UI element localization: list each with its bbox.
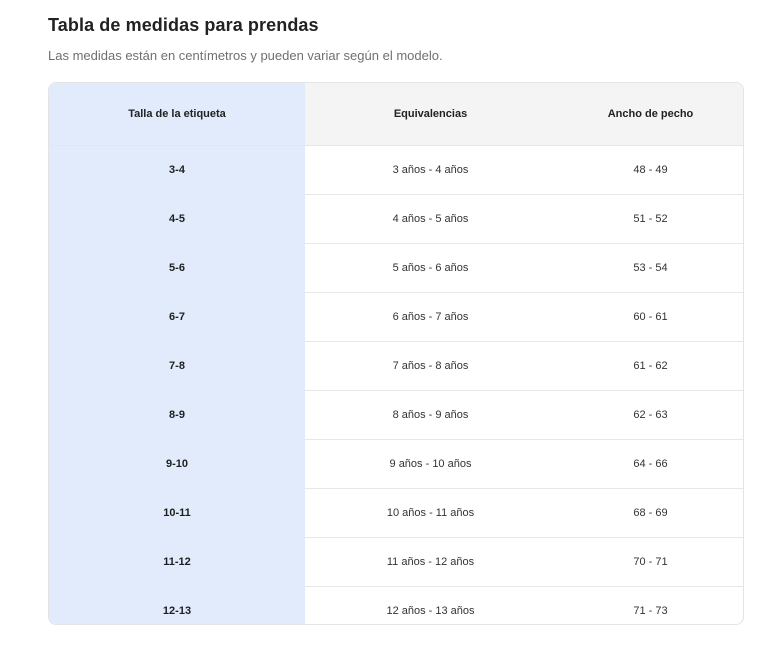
chest-width-cell: 70 - 71	[556, 537, 743, 587]
equivalence-cell: 8 años - 9 años	[305, 390, 556, 440]
chest-width-cell: 53 - 54	[556, 243, 743, 293]
size-table-card: Talla de la etiqueta Equivalencias Ancho…	[48, 82, 744, 625]
equivalence-cell: 4 años - 5 años	[305, 194, 556, 244]
equivalence-cell: 5 años - 6 años	[305, 243, 556, 293]
table-row: 4-5 4 años - 5 años 51 - 52	[49, 194, 743, 244]
size-label-cell: 6-7	[49, 292, 305, 342]
column-header-chest-width: Ancho de pecho	[556, 83, 743, 146]
table-row: 10-11 10 años - 11 años 68 - 69	[49, 488, 743, 538]
equivalence-cell: 6 años - 7 años	[305, 292, 556, 342]
equivalence-cell: 9 años - 10 años	[305, 439, 556, 489]
page-subtitle: Las medidas están en centímetros y puede…	[48, 48, 443, 63]
size-label-cell: 5-6	[49, 243, 305, 293]
chest-width-cell: 64 - 66	[556, 439, 743, 489]
column-header-equivalences: Equivalencias	[305, 83, 556, 146]
size-table: Talla de la etiqueta Equivalencias Ancho…	[49, 83, 743, 624]
table-row: 9-10 9 años - 10 años 64 - 66	[49, 439, 743, 489]
table-row: 3-4 3 años - 4 años 48 - 49	[49, 145, 743, 195]
chest-width-cell: 71 - 73	[633, 605, 668, 617]
size-label-cell: 10-11	[49, 488, 305, 538]
page-title: Tabla de medidas para prendas	[48, 15, 319, 35]
size-label-cell: 9-10	[49, 439, 305, 489]
size-label-cell: 11-12	[49, 537, 305, 587]
chest-width-cell: 60 - 61	[556, 292, 743, 342]
chest-width-cell: 48 - 49	[556, 145, 743, 195]
size-label-cell: 7-8	[49, 341, 305, 391]
equivalence-cell: 3 años - 4 años	[305, 145, 556, 195]
size-label-cell: 12-13	[49, 586, 305, 624]
equivalence-cell: 12 años - 13 años	[386, 605, 475, 617]
table-row: 6-7 6 años - 7 años 60 - 61	[49, 292, 743, 342]
chest-width-cell: 51 - 52	[556, 194, 743, 244]
size-label-cell: 8-9	[49, 390, 305, 440]
size-label-cell: 3-4	[49, 145, 305, 195]
column-header-size-label: Talla de la etiqueta	[49, 83, 305, 146]
table-header-row: Talla de la etiqueta Equivalencias Ancho…	[49, 83, 743, 146]
equivalence-cell: 7 años - 8 años	[305, 341, 556, 391]
table-row: 5-6 5 años - 6 años 53 - 54	[49, 243, 743, 293]
table-row: 7-8 7 años - 8 años 61 - 62	[49, 341, 743, 391]
table-row: 12-13 12 años - 13 años 71 - 73	[49, 586, 743, 624]
chest-width-cell: 62 - 63	[556, 390, 743, 440]
chest-width-cell: 68 - 69	[556, 488, 743, 538]
table-row: 11-12 11 años - 12 años 70 - 71	[49, 537, 743, 587]
equivalence-cell: 10 años - 11 años	[305, 488, 556, 538]
chest-width-cell: 61 - 62	[556, 341, 743, 391]
table-row: 8-9 8 años - 9 años 62 - 63	[49, 390, 743, 440]
equivalence-cell: 11 años - 12 años	[305, 537, 556, 587]
size-label-cell: 4-5	[49, 194, 305, 244]
